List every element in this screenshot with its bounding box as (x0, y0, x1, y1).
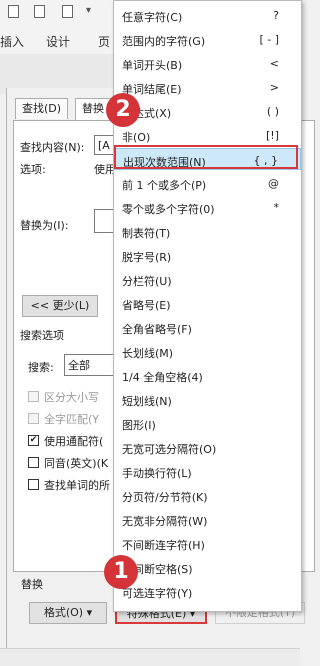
menu-item-label: 1/4 全角空格(4) (122, 371, 203, 384)
all-word-forms-checkbox[interactable] (28, 479, 39, 490)
menu-item-shortcut: [!] (266, 129, 279, 142)
whole-word-label: 全字匹配(Y (44, 413, 100, 426)
save-icon[interactable] (8, 5, 19, 18)
sounds-like-label: 同音(英文)(K (44, 457, 109, 470)
menu-item[interactable]: 脱字号(R) (114, 244, 301, 266)
menu-item-shortcut: * (273, 201, 280, 214)
replace-with-label: 替换为(I): (20, 219, 69, 232)
menu-item-label: 制表符(T) (122, 227, 171, 240)
match-case-checkbox[interactable] (28, 391, 39, 402)
menu-item[interactable]: 单词结尾(E) > (114, 76, 301, 98)
menu-item[interactable]: 省略号(E) (114, 292, 301, 314)
menu-item[interactable]: 分页符/分节符(K) (114, 484, 301, 506)
new-document-icon[interactable] (34, 5, 45, 18)
menu-item[interactable]: 可选连字符(Y) (114, 580, 301, 602)
tab-find[interactable]: 查找(D) (15, 98, 69, 119)
menu-item[interactable]: 制表符(T) (114, 220, 301, 242)
menu-item-label: 长划线(M) (122, 347, 174, 360)
menu-item[interactable]: 前 1 个或多个(P) @ (114, 172, 301, 194)
all-word-forms-label: 查找单词的所 (44, 479, 110, 492)
menu-item-shortcut: < (269, 57, 279, 70)
menu-item[interactable]: 全角省略号(F) (114, 316, 301, 338)
menu-item[interactable]: 图形(I) (114, 412, 301, 434)
menu-item-label: 手动换行符(L) (122, 467, 192, 480)
menu-item[interactable]: 短划线(N) (114, 388, 301, 410)
menu-item[interactable]: 非(O) [!] (114, 124, 301, 146)
tab-page-layout[interactable]: 页 (98, 33, 110, 50)
menu-item[interactable]: 不间断空格(S) (114, 556, 301, 578)
find-what-label: 查找内容(N): (20, 141, 85, 154)
print-preview-icon[interactable] (62, 5, 73, 18)
menu-item-label: 图形(I) (122, 419, 156, 432)
format-button[interactable]: 格式(O) ▾ (29, 602, 107, 624)
menu-item[interactable]: 1/4 全角空格(4) (114, 364, 301, 386)
menu-item-label: 无宽可选分隔符(O) (122, 443, 217, 456)
special-characters-menu: 任意字符(C)? 范围内的字符(G) [ - ] 单词开头(B) < 单词结尾(E) > 表达… (113, 0, 302, 612)
menu-item[interactable]: 零个或多个字符(0) * (114, 196, 301, 218)
step-badge-1: 1 (104, 555, 138, 589)
menu-item-shortcut: ? (273, 9, 279, 22)
customize-qat-icon[interactable]: ▾ (86, 5, 91, 16)
status-bar (0, 648, 300, 666)
options-label: 选项: (20, 163, 46, 176)
menu-item-label: 省略号(E) (122, 299, 171, 312)
menu-item-shortcut: @ (268, 177, 279, 190)
menu-item-label: 非(O) (122, 131, 151, 144)
less-button[interactable]: << 更少(L) (22, 295, 98, 317)
tab-insert[interactable]: 插入 (0, 33, 24, 50)
search-options-label: 搜索选项 (20, 329, 64, 342)
menu-item-shortcut: ( ) (266, 105, 279, 118)
replace-section-label: 替换 (21, 578, 43, 591)
menu-item[interactable]: 分栏符(U) (114, 268, 301, 290)
menu-item[interactable]: 长划线(M) (114, 340, 301, 362)
menu-item-label: 零个或多个字符(0) (122, 203, 215, 216)
menu-item-label: 前 1 个或多个(P) (122, 179, 207, 192)
menu-item-shortcut: [ - ] (259, 33, 279, 46)
menu-item-label: 单词开头(B) (122, 59, 183, 72)
menu-item-label: 可选连字符(Y) (122, 587, 193, 600)
menu-item-label: 分栏符(U) (122, 275, 172, 288)
step-badge-2: 2 (106, 93, 140, 127)
menu-item[interactable]: 范围内的字符(G) [ - ] (114, 28, 301, 50)
menu-item[interactable]: 单词开头(B) < (114, 52, 301, 74)
whole-word-checkbox[interactable] (28, 413, 39, 424)
menu-item-label: 脱字号(R) (122, 251, 172, 264)
menu-item[interactable]: 表达式(X)( ) (114, 100, 301, 122)
menu-item-label: 无宽非分隔符(W) (122, 515, 208, 528)
menu-item-label: 任意字符(C) (122, 11, 183, 24)
menu-item-label: 范围内的字符(G) (122, 35, 206, 48)
sounds-like-checkbox[interactable] (28, 457, 39, 468)
menu-item[interactable]: 无宽非分隔符(W) (114, 508, 301, 530)
wildcards-checkbox[interactable]: ✔ (28, 435, 39, 446)
menu-item[interactable]: 手动换行符(L) (114, 460, 301, 482)
menu-item-label: 分页符/分节符(K) (122, 491, 208, 504)
menu-item[interactable]: 无宽可选分隔符(O) (114, 436, 301, 458)
menu-item-label: 不间断连字符(H) (122, 539, 205, 552)
search-label: 搜索: (28, 361, 54, 374)
match-case-label: 区分大小写 (44, 391, 99, 404)
menu-item[interactable]: 任意字符(C)? (114, 4, 301, 26)
menu-item-label: 短划线(N) (122, 395, 172, 408)
highlight-box (114, 145, 298, 169)
menu-item-label: 全角省略号(F) (122, 323, 192, 336)
tab-design[interactable]: 设计 (46, 33, 70, 50)
menu-item-shortcut: > (269, 81, 279, 94)
menu-item[interactable]: 不间断连字符(H) (114, 532, 301, 554)
wildcards-label: 使用通配符( (44, 435, 104, 448)
